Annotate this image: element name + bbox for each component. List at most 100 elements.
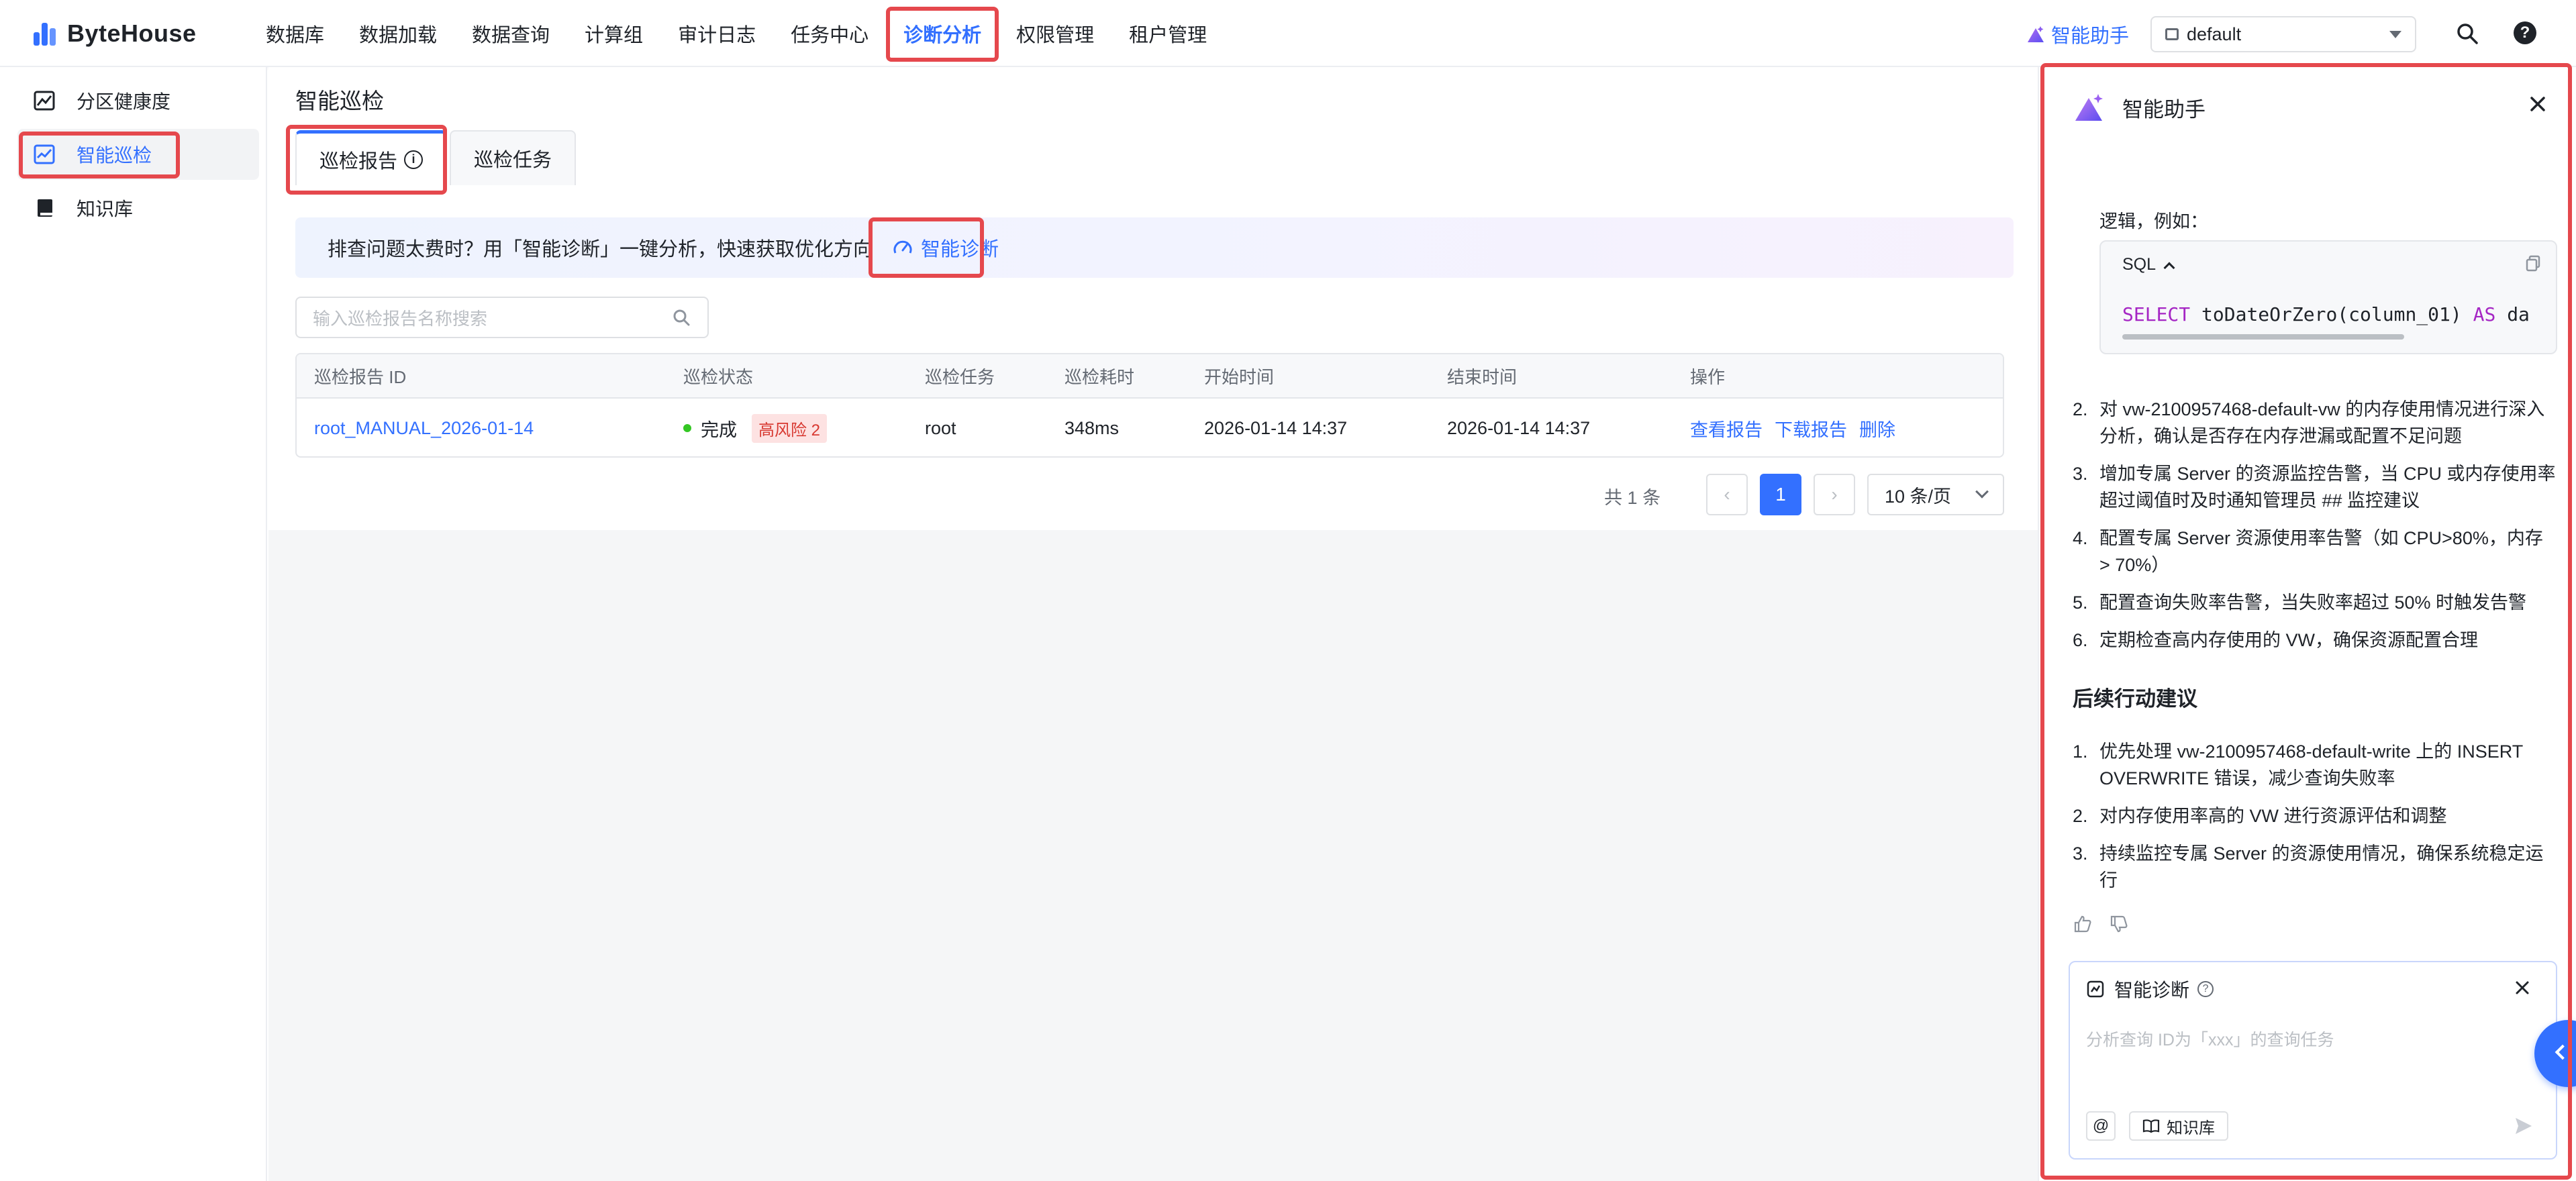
tab-inspection-task[interactable]: 巡检任务 [450,130,577,185]
info-icon[interactable]: i [404,150,424,169]
nav-item-database[interactable]: 数据库 [248,0,342,67]
list-text: 对 vw-2100957468-default-vw 的内存使用情况进行深入分析… [2099,399,2545,446]
tab-label: 巡检报告 [319,150,398,172]
view-report-link[interactable]: 查看报告 [1690,415,1763,442]
status-text: 完成 [701,419,737,440]
next-page-button[interactable]: › [1814,474,1855,515]
col-task: 巡检任务 [925,366,995,387]
code-scrollbar[interactable] [2122,334,2404,340]
open-book-icon [2142,1119,2160,1133]
close-icon[interactable] [2526,93,2549,115]
nav-item-data-loading[interactable]: 数据加载 [342,0,454,67]
diagnosis-banner: 排查问题太费时？用「智能诊断」一键分析，快速获取优化方向 智能诊断 [295,217,2014,278]
list-text: 优先处理 vw-2100957468-default-write 上的 INSE… [2099,741,2523,788]
nav-item-data-query[interactable]: 数据查询 [454,0,567,67]
col-start-time: 开始时间 [1204,366,1275,387]
smart-diagnosis-link-label: 智能诊断 [921,239,999,260]
prev-page-button[interactable]: ‹ [1706,474,1748,515]
workspace-select[interactable]: default [2150,16,2416,52]
banner-text: 排查问题太费时？用「智能诊断」一键分析，快速获取优化方向 [328,239,873,260]
delete-link[interactable]: 删除 [1859,415,1895,442]
list-text: 增加专属 Server 的资源监控告警，当 CPU 或内存使用率超过阈值时及时通… [2099,464,2556,511]
nav-item-diagnosis[interactable]: 诊断分析 [886,0,999,67]
copy-icon[interactable] [2525,255,2541,272]
assistant-panel: 智能助手 逻辑，例如： SQL SELECT toDateOrZero(colu… [2038,67,2576,1181]
close-icon[interactable] [2513,978,2532,997]
page-title: 智能巡检 [295,89,384,113]
table-header: 巡检报告 ID 巡检状态 巡检任务 巡检耗时 开始时间 结束时间 操作 [297,354,2003,399]
chevron-left-icon [2555,1044,2571,1060]
list-text: 持续监控专属 Server 的资源使用情况，确保系统稳定运行 [2099,843,2544,890]
list-text: 配置专属 Server 资源使用率告警（如 CPU>80%，内存 > 70%） [2099,528,2543,575]
code-expression: toDateOrZero(column_01) [2201,303,2462,325]
risk-badge: 高风险 2 [752,413,828,443]
col-end-time: 结束时间 [1447,366,1518,387]
report-table: 巡检报告 ID 巡检状态 巡检任务 巡检耗时 开始时间 结束时间 操作 root… [295,353,2004,458]
knowledge-base-label: 知识库 [2167,1119,2215,1137]
intro-text: 逻辑，例如： [2099,211,2208,232]
mention-button[interactable]: @ [2086,1111,2116,1141]
list-text: 配置查询失败率告警，当失败率超过 50% 时触发告警 [2099,593,2527,613]
smart-diagnosis-link[interactable]: 智能诊断 [893,234,999,262]
list-item: 3. 增加专属 Server 的资源监控告警，当 CPU 或内存使用率超过阈值时及… [2073,460,2556,514]
smart-diagnosis-input-box: 智能诊断 ? 分析查询 ID为「xxx」的查询任务 @ 知识库 [2069,961,2557,1160]
list-number: 4. [2073,528,2088,548]
status-dot-icon [683,424,691,432]
diagnosis-query-input[interactable]: 分析查询 ID为「xxx」的查询任务 [2086,1027,2529,1051]
chevron-down-icon [1975,484,1989,499]
total-prefix: 共 [1604,488,1622,508]
line-chart-icon [34,144,55,164]
start-time-cell: 2026-01-14 14:37 [1204,417,1348,438]
send-icon[interactable] [2513,1115,2534,1137]
total-suffix: 条 [1642,488,1661,508]
knowledge-base-button[interactable]: 知识库 [2129,1111,2228,1141]
nav-item-task-center[interactable]: 任务中心 [773,0,886,67]
assistant-sparkle-icon [2028,26,2044,42]
list-item: 1. 优先处理 vw-2100957468-default-write 上的 IN… [2073,738,2556,792]
sidebar-item-smart-inspection[interactable]: 智能巡检 [17,129,259,180]
sidebar-item-knowledge-base[interactable]: 知识库 [17,183,259,234]
search-icon[interactable] [2455,21,2479,46]
nav-item-tenant[interactable]: 租户管理 [1111,0,1224,67]
download-report-link[interactable]: 下载报告 [1775,415,1847,442]
page-1-button[interactable]: 1 [1760,474,1801,515]
col-status: 巡检状态 [683,366,754,387]
help-icon[interactable]: ? [2514,21,2536,44]
top-navbar: ByteHouse 数据库 数据加载 数据查询 计算组 审计日志 任务中心 诊断… [0,0,2576,67]
sidebar-item-partition-health[interactable]: 分区健康度 [17,75,259,126]
report-id-link[interactable]: root_MANUAL_2026-01-14 [314,399,534,456]
actions-cell: 查看报告 下载报告 删除 [1690,399,1908,456]
assistant-nav-button[interactable]: 智能助手 [2026,20,2129,48]
nav-item-permissions[interactable]: 权限管理 [999,0,1111,67]
chevron-up-icon [2163,262,2175,273]
duration-cell: 348ms [1064,417,1120,438]
list-number: 2. [2073,806,2088,826]
table-row: root_MANUAL_2026-01-14 完成 高风险 2 root 348… [297,399,2003,456]
pagination-total: 共 1 条 [1604,483,1661,509]
nav-item-audit-log[interactable]: 审计日志 [660,0,773,67]
brand-logo[interactable]: ByteHouse [34,17,197,50]
thumbs-down-icon[interactable] [2109,914,2129,934]
sidebar-item-label: 智能巡检 [77,145,152,166]
book-icon [38,199,52,217]
sidebar-item-label: 分区健康度 [77,91,171,112]
page-size-value: 10 条/页 [1885,486,1952,507]
list-item: 2. 对内存使用率高的 VW 进行资源评估和调整 [2073,803,2556,829]
list-number: 3. [2073,464,2088,484]
thumbs-up-icon[interactable] [2073,914,2093,934]
gauge-icon [893,240,912,254]
sql-code-block: SQL SELECT toDateOrZero(column_01) AS da [2099,240,2557,354]
code-lang-toggle[interactable]: SQL [2122,255,2175,274]
assistant-header: 智能助手 [2073,87,2206,127]
page-size-select[interactable]: 10 条/页 [1867,474,2004,515]
tab-inspection-report[interactable]: 巡检报告 i [295,130,448,185]
brand-name: ByteHouse [67,19,197,47]
question-icon[interactable]: ? [2197,981,2214,997]
end-time-cell: 2026-01-14 14:37 [1447,417,1591,438]
report-search-input[interactable]: 输入巡检报告名称搜索 [295,297,709,338]
nav-item-compute-group[interactable]: 计算组 [567,0,660,67]
assistant-nav-label: 智能助手 [2051,25,2130,47]
assistant-messages[interactable]: 逻辑，例如： SQL SELECT toDateOrZero(column_01… [2039,141,2576,1013]
code-tail: da [2507,303,2530,325]
image-chart-icon [34,91,55,111]
